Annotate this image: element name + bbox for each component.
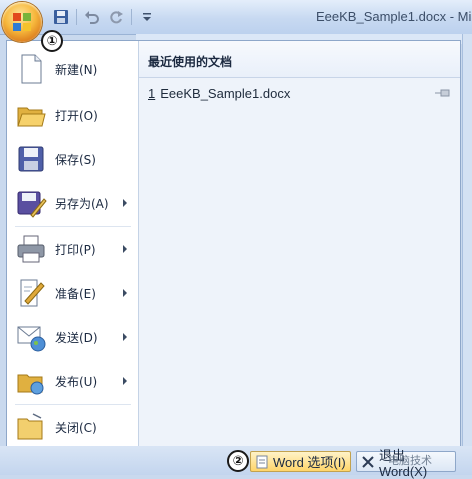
menu-item-save-as[interactable]: 另存为(A) [7, 181, 138, 225]
publish-icon [17, 374, 44, 395]
window-edge [462, 34, 472, 446]
close-icon [362, 456, 374, 468]
recent-document-number: 1 [148, 86, 156, 101]
save-icon[interactable] [52, 8, 70, 26]
menu-item-open[interactable]: 打开(O) [7, 93, 138, 137]
submenu-arrow-icon [123, 245, 127, 253]
recent-document-name: EeeKB_Sample1.docx [160, 86, 291, 101]
menu-commands: 新建(N) 打开(O) 保存(S) 另存为(A) 打印(P) 准备(E) 发送(… [7, 41, 139, 447]
menu-item-save[interactable]: 保存(S) [7, 137, 138, 181]
menu-item-prepare[interactable]: 准备(E) [7, 271, 138, 315]
submenu-arrow-icon [123, 199, 127, 207]
recent-documents-title: 最近使用的文档 [148, 55, 233, 69]
menu-item-close[interactable]: 关闭(C) [7, 405, 138, 449]
save-disk-icon [18, 146, 44, 172]
recent-documents-panel: 最近使用的文档 1 EeeKB_Sample1.docx [139, 41, 460, 447]
menu-item-send[interactable]: 发送(D) [7, 315, 138, 359]
submenu-arrow-icon [123, 377, 127, 385]
word-options-button[interactable]: Word 选项(I) [250, 451, 351, 472]
menu-item-label: 另存为(A) [55, 196, 109, 211]
menu-item-print[interactable]: 打印(P) [7, 227, 138, 271]
save-as-icon [17, 191, 47, 218]
close-folder-icon [17, 413, 43, 440]
callout-marker-1: ① [41, 30, 63, 52]
pin-icon[interactable] [435, 88, 451, 98]
customize-icon[interactable] [138, 8, 156, 26]
office-logo-icon [13, 13, 31, 31]
callout-marker-2: ② [227, 450, 249, 472]
menu-item-publish[interactable]: 发布(U) [7, 359, 138, 403]
menu-item-label: 发送(D) [55, 330, 98, 345]
menu-item-label: 发布(U) [55, 374, 98, 389]
redo-icon[interactable] [107, 8, 125, 26]
watermark: 电脑技术 [388, 454, 432, 467]
recent-document-item[interactable]: 1 EeeKB_Sample1.docx [148, 86, 458, 104]
menu-item-label: 保存(S) [55, 152, 96, 167]
menu-item-label: 打开(O) [55, 108, 98, 123]
undo-icon[interactable] [83, 8, 101, 26]
menu-item-label: 准备(E) [55, 286, 96, 301]
toolbar-separator [131, 9, 132, 25]
submenu-arrow-icon [123, 333, 127, 341]
open-folder-icon [17, 107, 46, 127]
submenu-arrow-icon [123, 289, 127, 297]
send-icon [17, 326, 46, 352]
office-menu: 新建(N) 打开(O) 保存(S) 另存为(A) 打印(P) 准备(E) 发送(… [6, 40, 461, 448]
toolbar-separator [76, 9, 77, 25]
printer-icon [17, 235, 45, 263]
title-bar: EeeKB_Sample1.docx - Mi [0, 0, 472, 35]
prepare-icon [20, 279, 45, 307]
options-icon [256, 455, 268, 469]
office-button[interactable] [2, 2, 42, 42]
menu-item-label: 关闭(C) [55, 420, 97, 435]
quick-access-toolbar [52, 7, 156, 27]
menu-item-label: 打印(P) [55, 242, 96, 257]
menu-item-label: 新建(N) [55, 62, 98, 77]
new-document-icon [21, 54, 42, 84]
recent-documents-header: 最近使用的文档 [139, 41, 460, 78]
menu-item-new[interactable]: 新建(N) [7, 47, 138, 91]
word-options-label: Word 选项(I) [273, 455, 346, 470]
window-title: EeeKB_Sample1.docx - Mi [316, 9, 472, 24]
